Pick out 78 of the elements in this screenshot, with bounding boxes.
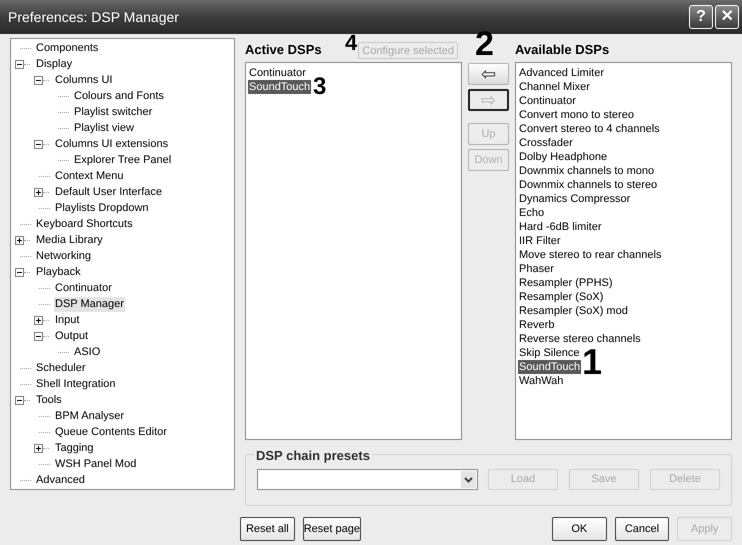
- expand-icon[interactable]: [34, 444, 43, 452]
- tree-item[interactable]: Continuator: [54, 280, 113, 296]
- expand-icon[interactable]: [34, 188, 43, 196]
- list-item[interactable]: Crossfader: [518, 136, 574, 150]
- list-item[interactable]: Resampler (SoX) mod: [518, 304, 629, 318]
- list-item[interactable]: Channel Mixer: [518, 80, 591, 94]
- collapse-icon[interactable]: [34, 76, 43, 84]
- list-item[interactable]: Downmix channels to stereo: [518, 178, 658, 192]
- expand-icon[interactable]: [34, 316, 43, 324]
- tree-item[interactable]: Playlists Dropdown: [54, 200, 150, 216]
- close-button[interactable]: ✕: [715, 5, 739, 29]
- tree-item[interactable]: Default User Interface: [54, 184, 163, 200]
- section-title: Active DSPs: [245, 41, 322, 60]
- list-item[interactable]: Resampler (PPHS): [518, 276, 614, 290]
- tree-item[interactable]: Keyboard Shortcuts: [35, 216, 134, 232]
- list-item[interactable]: Continuator: [248, 66, 307, 80]
- list-item[interactable]: Reverb: [518, 318, 556, 332]
- tree-item[interactable]: Playlist switcher: [73, 104, 154, 120]
- help-button[interactable]: ?: [689, 5, 713, 29]
- list-item[interactable]: WahWah: [518, 374, 564, 388]
- footer-button[interactable]: Reset all: [240, 517, 295, 541]
- annotation-number: 2: [475, 27, 494, 61]
- tree-item[interactable]: Columns UI: [54, 72, 114, 88]
- list-item[interactable]: Move stereo to rear channels: [518, 248, 662, 262]
- tree-item[interactable]: Scheduler: [35, 360, 87, 376]
- tree-item[interactable]: Display: [35, 56, 74, 72]
- collapse-icon[interactable]: [34, 332, 43, 340]
- list-item[interactable]: Reverse stereo channels: [518, 332, 642, 346]
- list-item[interactable]: Continuator: [518, 94, 577, 108]
- tree-item[interactable]: Components: [35, 40, 100, 56]
- tree-item[interactable]: WSH Panel Mod: [54, 456, 138, 472]
- collapse-icon[interactable]: [15, 268, 24, 276]
- tree-item[interactable]: Media Library: [35, 232, 104, 248]
- add-button[interactable]: ⇦: [468, 63, 509, 85]
- tree-item[interactable]: Networking: [35, 248, 92, 264]
- tree-item[interactable]: Playlist view: [73, 120, 135, 136]
- tree-item[interactable]: Colours and Fonts: [73, 88, 165, 104]
- list-item[interactable]: Dolby Headphone: [518, 150, 608, 164]
- tree-item[interactable]: Tools: [35, 392, 63, 408]
- tree-item[interactable]: Output: [54, 328, 90, 344]
- list-item[interactable]: SoundTouch: [518, 360, 582, 374]
- tree-item[interactable]: Input: [54, 312, 80, 328]
- footer-button[interactable]: OK: [552, 517, 607, 541]
- list-item[interactable]: Skip Silence: [518, 346, 581, 360]
- list-item[interactable]: Convert stereo to 4 channels: [518, 122, 661, 136]
- tree-item[interactable]: Playback: [35, 264, 82, 280]
- list-item[interactable]: Advanced Limiter: [518, 66, 605, 80]
- tree-item[interactable]: Context Menu: [54, 168, 124, 184]
- collapse-icon[interactable]: [15, 60, 24, 68]
- footer-button[interactable]: Cancel: [614, 517, 670, 541]
- window-title: Preferences: DSP Manager: [8, 8, 179, 27]
- tree-item[interactable]: ASIO: [73, 344, 102, 360]
- tree-item[interactable]: Columns UI extensions: [54, 136, 170, 152]
- annotation-number: 3: [313, 75, 326, 99]
- list-item[interactable]: Downmix channels to mono: [518, 164, 656, 178]
- list-item[interactable]: Hard -6dB limiter: [518, 220, 603, 234]
- expand-icon[interactable]: [15, 236, 24, 244]
- tree-item[interactable]: Tagging: [54, 440, 95, 456]
- preset-dropdown[interactable]: [257, 469, 478, 490]
- tree-item[interactable]: Shell Integration: [35, 376, 116, 392]
- tree-item[interactable]: DSP Manager: [54, 296, 125, 312]
- tree-item[interactable]: Explorer Tree Panel: [73, 152, 172, 168]
- list-item[interactable]: Phaser: [518, 262, 555, 276]
- tree-item[interactable]: Advanced: [35, 472, 86, 488]
- list-item[interactable]: Resampler (SoX): [518, 290, 604, 304]
- collapse-icon[interactable]: [15, 396, 24, 404]
- list-item[interactable]: IIR Filter: [518, 234, 562, 248]
- annotation-number: 1: [582, 344, 602, 380]
- footer-button[interactable]: Reset page: [302, 517, 361, 541]
- list-item[interactable]: Convert mono to stereo: [518, 108, 635, 122]
- tree-item[interactable]: BPM Analyser: [54, 408, 126, 424]
- list-item[interactable]: Dynamics Compressor: [518, 192, 632, 206]
- tree-item[interactable]: Queue Contents Editor: [54, 424, 168, 440]
- section-title: Available DSPs: [515, 41, 610, 60]
- list-item[interactable]: SoundTouch: [248, 80, 312, 94]
- annotation-number: 4: [345, 32, 358, 54]
- collapse-icon[interactable]: [34, 140, 43, 148]
- list-item[interactable]: Echo: [518, 206, 546, 220]
